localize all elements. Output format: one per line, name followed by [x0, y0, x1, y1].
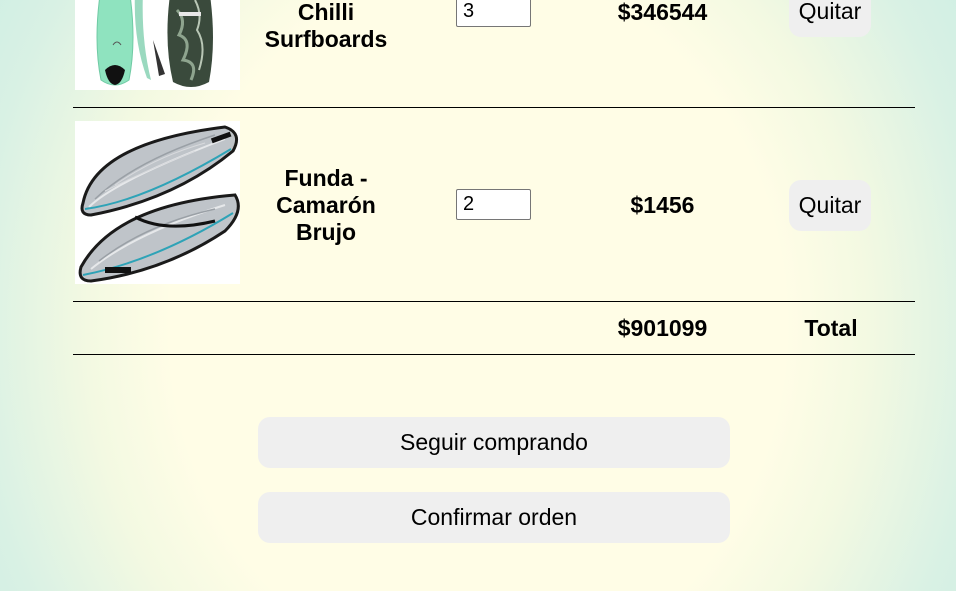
row-divider [73, 301, 915, 302]
remove-item-button[interactable]: Quitar [789, 0, 871, 37]
product-name: Chilli Surfboards [264, 0, 388, 52]
surfboards-image [75, 0, 240, 90]
row-divider [73, 107, 915, 108]
quantity-input[interactable] [456, 0, 531, 27]
board-bag-image [75, 121, 240, 284]
row-divider [73, 354, 915, 355]
confirm-order-button[interactable]: Confirmar orden [258, 492, 730, 543]
item-price: $346544 [617, 0, 708, 25]
product-image-surfboards [75, 0, 240, 90]
product-image-board-bag [75, 121, 240, 284]
continue-shopping-button[interactable]: Seguir comprando [258, 417, 730, 468]
cart-total-value: $901099 [617, 315, 708, 341]
item-price: $1456 [630, 192, 695, 218]
cart-total-label: Total [804, 315, 858, 341]
remove-item-button[interactable]: Quitar [789, 180, 871, 231]
product-name: Funda - Camarón Brujo [276, 165, 376, 245]
quantity-input[interactable] [456, 189, 531, 220]
